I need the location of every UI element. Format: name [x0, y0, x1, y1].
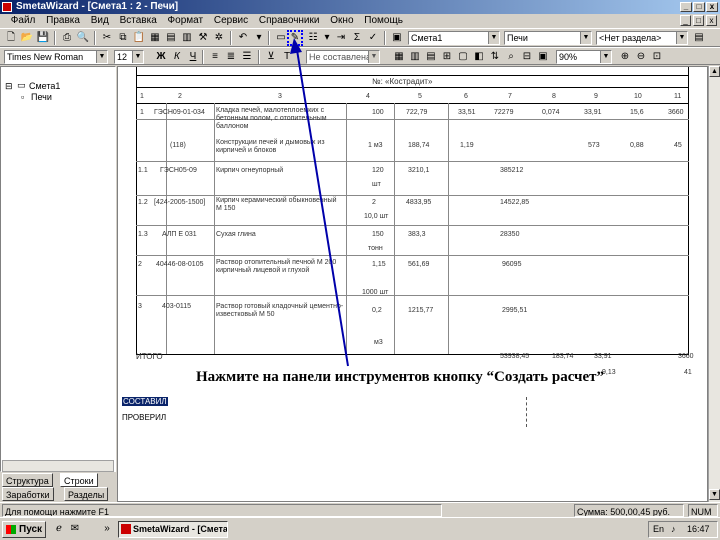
status-hint: Для помощи нажмите F1 [2, 504, 442, 517]
outlook-icon[interactable]: ✉ [68, 522, 82, 536]
language-icon[interactable]: En [653, 522, 664, 537]
system-tray: En ♪ 16:47 [648, 521, 718, 538]
quicklaunch-more-icon[interactable]: » [100, 522, 114, 536]
instruction-caption: Нажмите на панели инструментов кнопку “С… [195, 369, 605, 385]
ie-icon[interactable]: ℯ [52, 522, 66, 536]
clock[interactable]: 16:47 [687, 522, 710, 537]
start-button[interactable]: Пуск [2, 521, 46, 538]
taskbar-item-smetawizard[interactable]: SmetaWizard - [Смета1... [118, 521, 228, 538]
status-bar: Для помощи нажмите F1 Сумма: 500,00,45 р… [0, 502, 720, 517]
volume-icon[interactable]: ♪ [671, 522, 676, 537]
status-num: NUM [688, 504, 718, 517]
taskbar: Пуск ℯ ✉ » SmetaWizard - [Смета1... En ♪… [0, 517, 720, 540]
app-icon [121, 524, 131, 534]
windows-logo-icon [6, 525, 16, 534]
pointer-arrow [290, 38, 349, 367]
status-totals: Сумма: 500,00,45 руб. [574, 504, 684, 517]
